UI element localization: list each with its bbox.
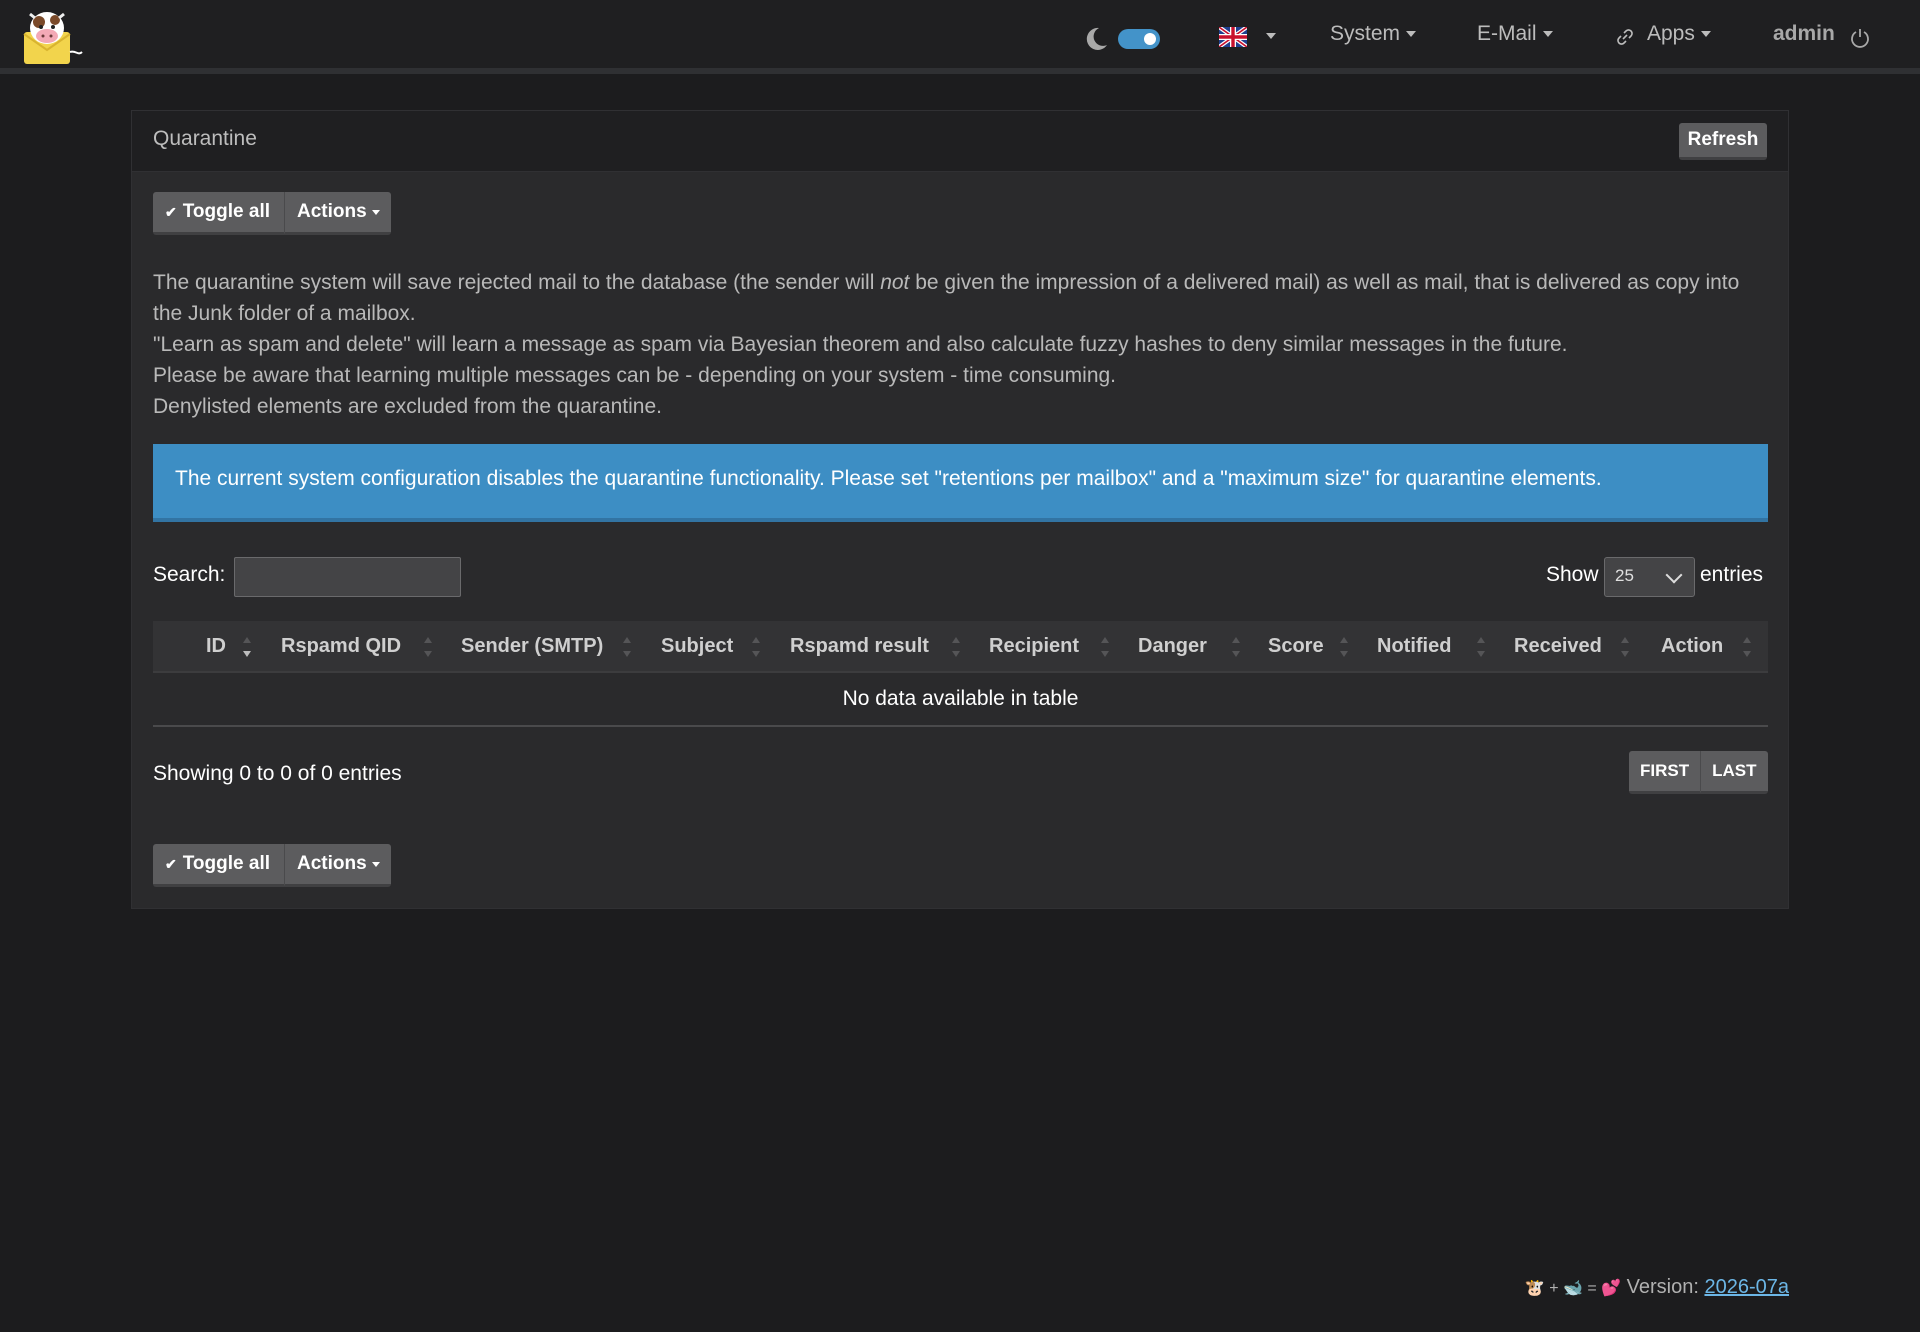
sort-icon [424,637,432,657]
actions-dropdown[interactable]: Actions [285,844,391,887]
sort-icon [623,637,631,657]
double-check-icon: ✔ [165,203,177,220]
sort-icon [1477,637,1485,657]
column-header-sender[interactable]: Sender (SMTP) [461,635,603,658]
nav-apps-label: Apps [1647,22,1695,45]
info-alert: The current system configuration disable… [153,444,1768,522]
pagination-info: Showing 0 to 0 of 0 entries [153,762,402,785]
nav-system-menu[interactable]: System [1330,22,1417,46]
column-header-recipient[interactable]: Recipient [989,635,1079,658]
sort-icon [1101,637,1109,657]
column-header-notified[interactable]: Notified [1377,635,1451,658]
sort-icon [1621,637,1629,657]
description-line-3: Please be aware that learning multiple m… [153,364,1117,387]
nav-apps-menu[interactable]: Apps [1647,22,1711,46]
search-input[interactable] [234,557,461,597]
chevron-down-icon [1700,31,1711,38]
toolbar-bottom: ✔ Toggle all Actions [153,844,391,887]
column-header-subject[interactable]: Subject [661,635,733,658]
toggle-all-label: Toggle all [182,201,270,222]
moon-icon [1084,26,1108,52]
page-size-value: 25 [1615,566,1634,585]
quarantine-description: The quarantine system will save rejected… [153,267,1773,422]
nav-admin-label: admin [1773,22,1835,45]
toggle-all-button[interactable]: ✔ Toggle all [153,844,285,887]
version-link[interactable]: 2026-07a [1704,1276,1789,1298]
actions-label: Actions [297,853,367,874]
column-header-rspamd-qid[interactable]: Rspamd QID [281,635,401,658]
sort-icon [1743,637,1751,657]
chevron-down-icon [371,861,380,867]
power-icon[interactable] [1850,27,1870,49]
sort-icon [752,637,760,657]
column-header-danger[interactable]: Danger [1138,635,1207,658]
chevron-down-icon[interactable] [1266,33,1276,39]
footer: 🐮 + 🐋 = 💕 Version: 2026-07a [1525,1276,1789,1299]
link-icon [1616,28,1634,46]
nav-system-label: System [1330,22,1401,45]
refresh-button[interactable]: Refresh [1679,123,1767,160]
navbar: System E-Mail Apps admin [0,0,1920,74]
uk-flag-icon[interactable] [1217,25,1249,49]
quarantine-panel: Quarantine Refresh ✔ Toggle all Actions … [131,110,1789,909]
table-empty-row: No data available in table [153,673,1768,727]
sort-icon [1340,637,1348,657]
toolbar-top: ✔ Toggle all Actions [153,192,391,235]
dark-mode-toggle[interactable] [1118,29,1160,49]
actions-label: Actions [297,201,367,222]
description-line-4: Denylisted elements are excluded from th… [153,395,662,418]
chevron-down-icon [1665,566,1683,584]
chevron-down-icon [1542,31,1553,38]
pagination: FIRST LAST [1629,751,1768,794]
column-header-rspamd-result[interactable]: Rspamd result [790,635,929,658]
column-header-action[interactable]: Action [1661,635,1723,658]
description-emphasis: not [880,271,910,294]
first-page-button[interactable]: FIRST [1629,751,1702,794]
toggle-all-button[interactable]: ✔ Toggle all [153,192,285,235]
column-header-id[interactable]: ID [206,635,226,658]
column-header-received[interactable]: Received [1514,635,1602,658]
show-label: Show [1546,563,1599,586]
sort-icon [1232,637,1240,657]
chevron-down-icon [1406,31,1417,38]
search-label: Search: [153,563,226,586]
table-header: ID Rspamd QID Sender (SMTP) Subject Rspa… [153,621,1768,673]
actions-dropdown[interactable]: Actions [285,192,391,235]
double-check-icon: ✔ [165,855,177,872]
last-page-button[interactable]: LAST [1701,751,1768,794]
sort-icon [952,637,960,657]
page-size-select[interactable]: 25 [1604,557,1695,597]
sort-desc-icon [243,637,251,657]
footer-emoji: 🐮 + 🐋 = 💕 [1524,1280,1622,1297]
description-line-2: "Learn as spam and delete" will learn a … [153,333,1568,356]
description-text: The quarantine system will save rejected… [153,271,881,294]
cow-mail-logo[interactable] [22,8,84,66]
nav-admin-user[interactable]: admin [1773,22,1835,46]
entries-label: entries [1700,563,1764,586]
toggle-all-label: Toggle all [182,853,270,874]
chevron-down-icon [371,209,380,215]
panel-header: Quarantine Refresh [132,111,1788,172]
nav-email-menu[interactable]: E-Mail [1477,22,1553,46]
column-header-score[interactable]: Score [1268,635,1324,658]
description-line-1: The quarantine system will save rejected… [153,267,1773,329]
nav-email-label: E-Mail [1477,22,1537,45]
version-label: Version: [1626,1276,1699,1298]
panel-title: Quarantine [153,127,257,150]
